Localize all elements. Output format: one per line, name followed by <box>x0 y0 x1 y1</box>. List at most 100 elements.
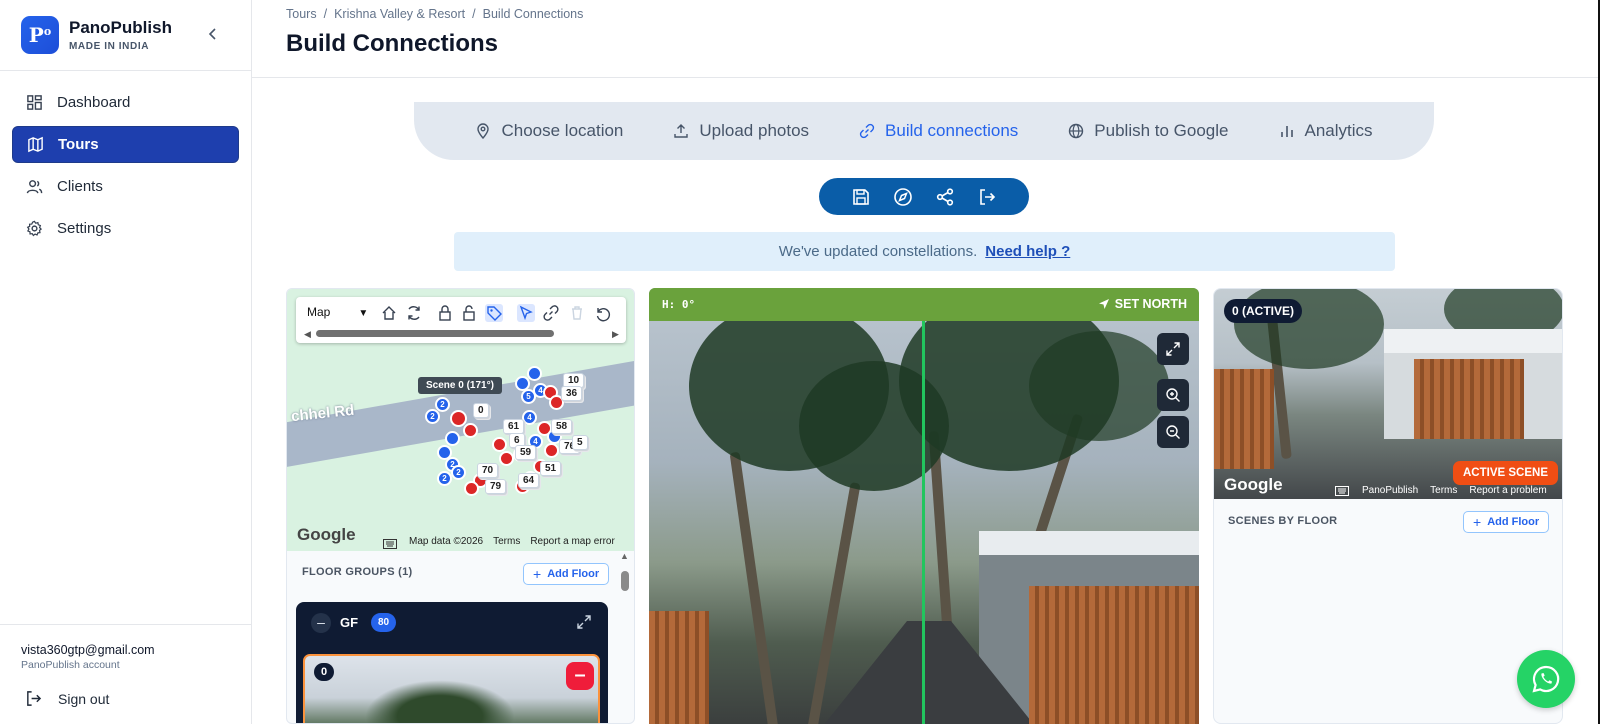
sign-out-button[interactable]: Sign out <box>25 690 109 707</box>
sidebar-item-tours[interactable]: Tours <box>12 126 239 163</box>
scene-thumbnail-image <box>365 680 515 723</box>
google-map[interactable]: chhel Rd 4 5 2 2 4 4 2 2 2 10 36 0 61 58… <box>287 289 634 551</box>
map-pin[interactable] <box>527 366 542 381</box>
wooden-gate <box>1214 369 1274 469</box>
remove-scene-button[interactable]: – <box>566 662 594 690</box>
compass-icon[interactable] <box>893 187 913 207</box>
brand-tagline: MADE IN INDIA <box>69 41 150 52</box>
north-indicator-line[interactable] <box>922 321 925 724</box>
breadcrumb-item-tours[interactable]: Tours <box>286 7 317 21</box>
whatsapp-chat-button[interactable] <box>1517 650 1575 708</box>
collapse-floor-button[interactable]: – <box>311 613 331 633</box>
set-north-button[interactable]: SET NORTH <box>1098 297 1187 311</box>
sidebar-item-label: Dashboard <box>57 94 131 111</box>
action-toolbar <box>819 178 1029 215</box>
brand-name: PanoPublish <box>69 18 172 37</box>
tab-build-connections[interactable]: Build connections <box>859 121 1018 141</box>
tab-analytics[interactable]: Analytics <box>1279 121 1373 141</box>
zoom-in-button[interactable] <box>1157 379 1189 411</box>
scene-preview[interactable]: 0 (ACTIVE) Google ACTIVE SCENE PanoPubli… <box>1214 289 1562 499</box>
sidebar-item-clients[interactable]: Clients <box>12 168 239 205</box>
help-link[interactable]: Need help ? <box>985 243 1070 260</box>
map-pin[interactable] <box>463 423 478 438</box>
map-pin[interactable]: 4 <box>522 410 537 425</box>
link-icon[interactable] <box>542 304 560 322</box>
active-scene-index-badge: 0 (ACTIVE) <box>1224 299 1303 323</box>
map-icon <box>28 136 43 153</box>
scene-thumbnail[interactable]: 0 – <box>303 654 600 723</box>
pointer-icon[interactable] <box>517 304 535 322</box>
scene-chip[interactable]: 79 <box>485 479 507 494</box>
panel-scrollbar[interactable]: ▲ <box>618 551 632 723</box>
map-pin[interactable]: 2 <box>451 465 466 480</box>
scene-chip[interactable]: 51 <box>540 461 562 476</box>
zoom-in-icon <box>1166 388 1180 402</box>
fullscreen-button[interactable] <box>1157 333 1189 365</box>
tab-label: Build connections <box>885 121 1019 140</box>
page-title: Build Connections <box>286 30 498 57</box>
keyboard-icon[interactable] <box>1335 486 1349 496</box>
map-pin[interactable]: 2 <box>425 409 440 424</box>
scene-chip[interactable]: 5 <box>572 435 588 450</box>
add-floor-button[interactable]: + Add Floor <box>1463 511 1550 533</box>
sidebar-item-settings[interactable]: Settings <box>12 210 239 247</box>
scene-chip[interactable]: 36 <box>561 386 583 401</box>
expand-icon[interactable] <box>576 614 592 630</box>
panorama-viewer[interactable]: H: 0° SET NORTH <box>649 288 1199 724</box>
tab-publish-to-google[interactable]: Publish to Google <box>1068 121 1229 141</box>
scene-chip[interactable]: 58 <box>551 419 573 434</box>
wooden-gate <box>1029 586 1199 724</box>
map-pin[interactable] <box>499 451 514 466</box>
share-icon[interactable] <box>935 187 955 207</box>
map-pin[interactable]: 2 <box>437 471 452 486</box>
map-toolbar-scrollbar[interactable]: ◀ ▶ <box>304 329 620 339</box>
tab-choose-location[interactable]: Choose location <box>475 121 623 141</box>
map-terms-link[interactable]: Terms <box>493 536 520 547</box>
tab-label: Upload photos <box>699 121 810 140</box>
tag-icon[interactable] <box>485 304 503 322</box>
map-pin[interactable] <box>492 437 507 452</box>
tab-upload-photos[interactable]: Upload photos <box>673 121 809 141</box>
google-logo: Google <box>297 525 356 544</box>
map-pin[interactable] <box>544 443 559 458</box>
brand[interactable]: Po PanoPublish MADE IN INDIA <box>21 16 172 54</box>
add-floor-button[interactable]: + Add Floor <box>523 563 610 585</box>
floor-scene-count: 80 <box>371 613 397 632</box>
scene-chip[interactable]: 61 <box>503 419 525 434</box>
scene-chip[interactable]: 0 <box>473 403 489 418</box>
scene-chip[interactable]: 59 <box>515 445 537 460</box>
map-report-link[interactable]: Report a map error <box>530 536 614 547</box>
map-toolbar: Map ▼ ◀ ▶ <box>296 297 626 343</box>
zoom-out-button[interactable] <box>1157 416 1189 448</box>
breadcrumb-item-tour[interactable]: Krishna Valley & Resort <box>334 7 465 21</box>
preview-report-link[interactable]: Report a problem <box>1469 485 1546 496</box>
sidebar-item-label: Settings <box>57 220 112 237</box>
scene-index-badge: 0 <box>314 663 335 681</box>
refresh-icon[interactable] <box>405 304 423 322</box>
undo-icon[interactable] <box>593 304 611 322</box>
map-pin[interactable] <box>464 481 479 496</box>
sidebar-item-dashboard[interactable]: Dashboard <box>12 84 239 121</box>
whatsapp-icon <box>1532 665 1560 693</box>
map-type-select[interactable]: Map ▼ <box>307 305 368 319</box>
chevron-left-icon[interactable] <box>204 26 222 44</box>
map-pin[interactable] <box>445 431 460 446</box>
breadcrumb-item-current: Build Connections <box>482 7 584 21</box>
floor-groups-title: FLOOR GROUPS (1) <box>302 566 413 578</box>
wooden-gate <box>649 611 709 724</box>
preview-terms-link[interactable]: Terms <box>1430 485 1457 496</box>
fullscreen-icon <box>1166 342 1180 356</box>
lock-icon[interactable] <box>436 304 454 322</box>
scene-chip[interactable]: 70 <box>477 463 499 478</box>
map-pin[interactable]: 5 <box>521 389 536 404</box>
notice-banner: We've updated constellations. Need help … <box>454 232 1395 271</box>
sign-out-label: Sign out <box>58 690 110 707</box>
home-icon[interactable] <box>380 304 398 322</box>
trash-icon[interactable] <box>568 304 586 322</box>
exit-icon[interactable] <box>977 187 997 207</box>
account-email: vista360gtp@gmail.com <box>21 643 155 657</box>
scene-chip[interactable]: 64 <box>518 473 540 488</box>
unlock-icon[interactable] <box>460 304 478 322</box>
save-icon[interactable] <box>851 187 871 207</box>
keyboard-icon[interactable] <box>383 539 397 549</box>
